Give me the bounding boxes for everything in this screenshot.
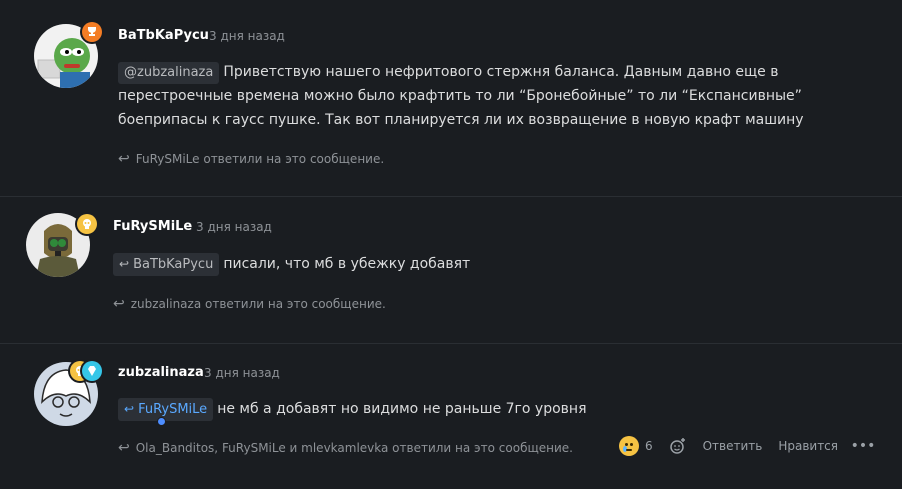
cursor-dot-icon xyxy=(158,418,165,425)
post-2: FuRySMiLe 3 дня назад ↩ BaTbKaPycu писали,… xyxy=(0,197,902,343)
username[interactable]: BaTbKaPycu xyxy=(118,28,209,43)
message-actions: 6 Ответить Нравится ••• xyxy=(618,436,876,456)
reply-button[interactable]: Ответить xyxy=(703,439,763,453)
replied-notice[interactable]: ↩ FuRySMiLe ответили на это сообщение. xyxy=(118,151,384,167)
reply-mention-chip[interactable]: ↩ FuRySMiLe xyxy=(118,398,214,425)
message-body: не мб а добавят но видимо не раньше 7го … xyxy=(217,401,587,417)
crying-face-icon xyxy=(618,436,639,456)
reaction-crying[interactable]: 6 xyxy=(618,436,653,456)
like-button[interactable]: Нравится xyxy=(778,439,838,453)
replied-text: Ola_Banditos, FuRySMiLe и mlevkamlevka о… xyxy=(135,441,573,455)
skull-badge-icon xyxy=(77,214,97,234)
timestamp[interactable]: 3 дня назад xyxy=(196,220,272,234)
timestamp[interactable]: 3 дня назад xyxy=(204,366,280,380)
message-body: писали, что мб в убежку добавят xyxy=(223,256,471,272)
reply-mention-chip[interactable]: ↩ BaTbKaPycu xyxy=(113,253,220,276)
reply-arrow-icon: ↩ xyxy=(118,151,130,167)
mouth-shape xyxy=(625,449,632,451)
message-text: ↩ BaTbKaPycu писали, что мб в убежку добав… xyxy=(113,252,873,276)
username[interactable]: zubzalinaza xyxy=(118,365,204,380)
message-body: Приветствую нашего нефритового стержня б… xyxy=(118,64,804,128)
mention-name: FuRySMiLe xyxy=(138,402,208,417)
add-reaction-icon[interactable] xyxy=(669,437,687,455)
message-text: ↩ FuRySMiLe не мб а добавят но видимо не р… xyxy=(118,397,878,425)
timestamp[interactable]: 3 дня назад xyxy=(209,29,285,43)
mention-name: BaTbKaPycu xyxy=(133,257,214,272)
post-1: BaTbKaPycu 3 дня назад @zubzalinaza Приве… xyxy=(0,0,902,196)
reaction-count: 6 xyxy=(644,439,653,453)
replied-text: zubzalinaza ответили на это сообщение. xyxy=(130,297,386,311)
reply-arrow-icon: ↩ xyxy=(124,402,135,416)
reply-arrow-icon: ↩ xyxy=(113,296,125,312)
more-icon[interactable]: ••• xyxy=(851,437,876,455)
message-text: @zubzalinaza Приветствую нашего нефритово… xyxy=(118,60,878,132)
reply-arrow-icon: ↩ xyxy=(119,257,130,271)
replied-notice[interactable]: ↩ Ola_Banditos, FuRySMiLe и mlevkamlevka… xyxy=(118,440,573,456)
reply-arrow-icon: ↩ xyxy=(118,440,130,456)
replied-notice[interactable]: ↩ zubzalinaza ответили на это сообщение. xyxy=(113,296,386,312)
replied-text: FuRySMiLe ответили на это сообщение. xyxy=(135,152,385,166)
username[interactable]: FuRySMiLe xyxy=(113,219,192,234)
post-3: zubzalinaza 3 дня назад ↩ FuRySMiLe не мб … xyxy=(0,344,902,489)
diamond-badge-icon xyxy=(82,361,102,381)
trophy-badge-icon xyxy=(82,22,102,42)
mention-chip[interactable]: @zubzalinaza xyxy=(118,62,220,84)
